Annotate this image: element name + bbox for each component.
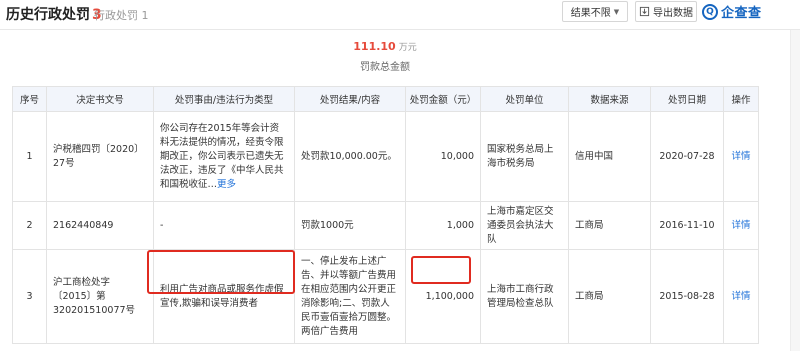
tab-history-penalties[interactable]: 历史行政处罚 3 [6, 4, 102, 24]
cell-date: 2016-11-10 [650, 201, 724, 250]
cell-org: 上海市嘉定区交通委员会执法大队 [480, 201, 569, 250]
highlight-box-amount [411, 256, 471, 284]
export-icon [639, 6, 650, 17]
cell-org: 上海市工商行政管理局检查总队 [480, 249, 569, 344]
cell-reason: - [153, 201, 295, 250]
cell-doc-no: 沪税稽四罚〔2020〕27号 [46, 111, 154, 202]
detail-link[interactable]: 详情 [723, 201, 759, 250]
col-header-amount: 处罚金额（元） [405, 86, 481, 112]
total-amount-unit: 万元 [398, 43, 417, 53]
cell-index: 2 [12, 201, 47, 250]
logo-text: 企查查 [721, 6, 762, 21]
table-row: 1 沪税稽四罚〔2020〕27号 你公司存在2015年等会计资料无法提供的情况，… [12, 111, 759, 202]
cell-amount: 10,000 [405, 111, 481, 202]
cell-date: 2020-07-28 [650, 111, 724, 202]
cell-source: 信用中国 [568, 111, 651, 202]
cell-reason: 你公司存在2015年等会计资料无法提供的情况，经责令限期改正，你公司表示已遗失无… [153, 111, 295, 202]
cell-amount: 1,000 [405, 201, 481, 250]
tab-penalties-count: 1 [141, 9, 149, 22]
total-amount-value: 111.10 [353, 40, 396, 53]
cell-index: 3 [12, 249, 47, 344]
cell-result: 罚款1000元 [294, 201, 406, 250]
col-header-index: 序号 [12, 86, 47, 112]
total-amount-label: 罚款总金额 [360, 62, 410, 73]
col-header-result: 处罚结果/内容 [294, 86, 406, 112]
detail-link[interactable]: 详情 [723, 249, 759, 344]
table-row: 3 沪工商检处字〔2015〕第320201510077号 利用广告对商品或服务作… [12, 249, 759, 344]
cell-org: 国家税务总局上海市税务局 [480, 111, 569, 202]
col-header-reason: 处罚事由/违法行为类型 [153, 86, 295, 112]
cell-date: 2015-08-28 [650, 249, 724, 344]
result-filter-dropdown[interactable]: 结果不限 ▼ [562, 1, 628, 22]
qichacha-logo: Q 企查查 [702, 2, 762, 21]
col-header-doc-no: 决定书文号 [46, 86, 154, 112]
col-header-date: 处罚日期 [650, 86, 724, 112]
tab-penalties[interactable]: 行政处罚 1 [94, 7, 149, 23]
cell-doc-no: 沪工商检处字〔2015〕第320201510077号 [46, 249, 154, 344]
logo-mark-icon: Q [702, 3, 718, 20]
col-header-source: 数据来源 [568, 86, 651, 112]
penalty-summary: 111.10 万元 罚款总金额 [0, 30, 800, 86]
result-filter-label: 结果不限 [570, 8, 611, 19]
col-header-action: 操作 [723, 86, 759, 112]
vertical-scrollbar[interactable] [790, 30, 800, 351]
table-row: 2 2162440849 - 罚款1000元 1,000 上海市嘉定区交通委员会… [12, 201, 759, 250]
highlight-box-reason [147, 250, 295, 294]
cell-result: 处罚款10,000.00元。 [294, 111, 406, 202]
export-data-label: 导出数据 [653, 8, 693, 19]
cell-index: 1 [12, 111, 47, 202]
caret-down-icon: ▼ [613, 7, 620, 16]
top-bar: 历史行政处罚 3 行政处罚 1 结果不限 ▼ 导出数据 Q 企查查 [0, 0, 800, 30]
tab-history-penalties-label: 历史行政处罚 [6, 7, 90, 23]
cell-source: 工商局 [568, 201, 651, 250]
export-data-button[interactable]: 导出数据 [635, 1, 697, 22]
col-header-org: 处罚单位 [480, 86, 569, 112]
table-header-row: 序号 决定书文号 处罚事由/违法行为类型 处罚结果/内容 处罚金额（元） 处罚单… [12, 86, 759, 112]
cell-source: 工商局 [568, 249, 651, 344]
more-link[interactable]: 更多 [217, 179, 236, 190]
total-amount: 111.10 万元 [0, 40, 770, 53]
penalty-table: 序号 决定书文号 处罚事由/违法行为类型 处罚结果/内容 处罚金额（元） 处罚单… [12, 86, 759, 344]
tab-penalties-label: 行政处罚 [94, 9, 138, 22]
cell-result: 一、停止发布上述广告、并以等额广告费用在相应范围内公开更正消除影响;二、罚款人民… [294, 249, 406, 344]
cell-doc-no: 2162440849 [46, 201, 154, 250]
detail-link[interactable]: 详情 [723, 111, 759, 202]
